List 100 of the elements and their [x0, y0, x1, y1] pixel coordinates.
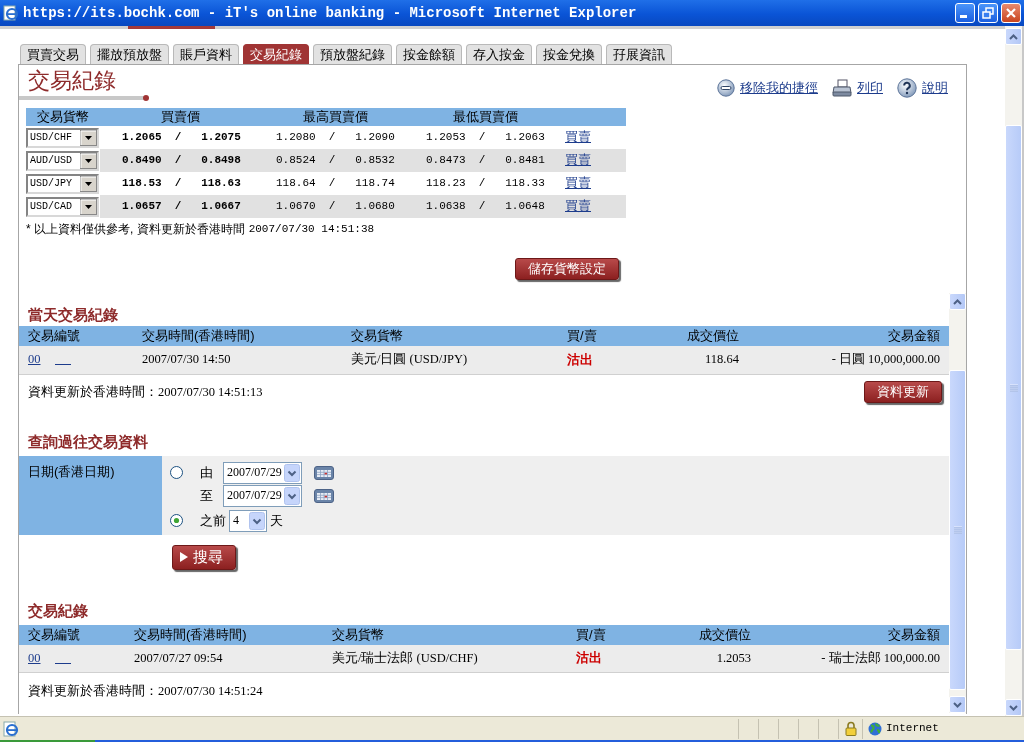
table-cell: 美元/日圓 (USD/JPY)	[351, 346, 567, 374]
days-select[interactable]: 4	[229, 509, 267, 532]
printer-icon[interactable]	[832, 79, 852, 97]
table-cell: 2007/07/27 09:54	[134, 644, 332, 673]
calendar-icon[interactable]	[314, 488, 334, 503]
transaction-id-link[interactable]: 00	[28, 650, 71, 665]
currency-select[interactable]: USD/CAD	[26, 196, 99, 217]
play-icon	[180, 552, 188, 562]
calendar-icon[interactable]	[314, 465, 334, 480]
caret-up-icon	[1009, 33, 1018, 40]
close-icon	[1005, 7, 1017, 19]
date-select[interactable]: 2007/07/29	[223, 461, 302, 484]
section-heading: 當天交易紀錄	[27, 305, 119, 325]
section-heading: 交易紀錄	[27, 600, 89, 621]
shortcut-link[interactable]: 說明	[922, 80, 948, 96]
scroll-up-button[interactable]	[949, 293, 966, 310]
search-button[interactable]: 搜尋	[172, 544, 236, 570]
shortcut-link[interactable]: 列印	[857, 80, 883, 96]
column-header: 交易貨幣	[351, 326, 567, 346]
table-cell: - 日圓 10,000,000.00	[747, 346, 949, 374]
nav-tab[interactable]: 擺放預放盤	[90, 44, 169, 64]
column-header: 最低買賣價	[410, 108, 560, 126]
table-cell: 0.8524 / 0.8532	[260, 149, 410, 172]
field-label: 天	[270, 512, 283, 529]
table-cell: 1.0657 / 1.0667	[100, 195, 260, 218]
column-header: 交易金額	[759, 624, 949, 645]
grip-icon	[1009, 383, 1018, 392]
table-cell: 0.8490 / 0.8498	[100, 149, 260, 172]
nav-tab[interactable]: 按金兌換	[536, 44, 602, 64]
scrollbar-track[interactable]	[1005, 26, 1022, 716]
restore-button[interactable]	[978, 3, 998, 23]
table-cell: 1.2080 / 1.2090	[260, 126, 410, 149]
radio-button[interactable]	[170, 514, 183, 527]
note-text: * 以上資料僅供參考, 資料更新於香港時間	[26, 222, 245, 237]
security-zone-label: Internet	[886, 721, 939, 736]
table-cell: 0.8473 / 0.8481	[410, 149, 560, 172]
table-cell: 1.2065 / 1.2075	[100, 126, 260, 149]
section-heading: 查詢過往交易資料	[27, 431, 149, 452]
dropdown-arrow-icon[interactable]	[80, 152, 97, 169]
help-icon[interactable]	[897, 78, 917, 98]
nav-tab[interactable]: 孖展資訊	[606, 44, 672, 64]
column-header: 交易金額	[747, 326, 949, 346]
side-label: 沽出	[567, 351, 593, 367]
currency-select[interactable]: AUD/USD	[26, 150, 99, 171]
column-header: 交易時間(香港時間)	[134, 624, 332, 645]
table-cell: 1.0670 / 1.0680	[260, 195, 410, 218]
table-cell: 118.23 / 118.33	[410, 172, 560, 195]
column-header: 最高買賣價	[260, 108, 410, 126]
scrollbar-track[interactable]	[949, 293, 966, 713]
trade-link[interactable]: 買賣	[565, 175, 591, 191]
table-cell: 1.2053 / 1.2063	[410, 126, 560, 149]
lock-icon	[844, 721, 857, 736]
field-label: 由	[200, 464, 214, 481]
scroll-down-button[interactable]	[949, 696, 966, 713]
transaction-id-link[interactable]: 00	[28, 352, 71, 367]
window-title: https://its.bochk.com - iT's online banking - Microsoft Internet Explorer	[23, 4, 638, 22]
dropdown-arrow-icon[interactable]	[80, 129, 97, 146]
shortcut-link[interactable]: 移除我的捷徑	[740, 80, 818, 96]
dropdown-arrow-icon[interactable]	[80, 175, 97, 192]
nav-tab[interactable]: 按金餘額	[396, 44, 462, 64]
table-cell: - 瑞士法郎 100,000.00	[759, 644, 949, 673]
minimize-button[interactable]	[955, 3, 975, 23]
scrollbar-thumb[interactable]	[1005, 125, 1022, 650]
caret-down-icon	[1009, 704, 1018, 711]
nav-tab[interactable]: 預放盤紀錄	[313, 44, 392, 64]
column-header: 買/賣	[567, 326, 647, 346]
scrollbar-thumb[interactable]	[949, 370, 966, 690]
column-header: 成交價位	[647, 326, 747, 346]
column-header: 交易編號	[19, 624, 134, 645]
field-label: 之前	[200, 512, 227, 529]
table-cell: 118.53 / 118.63	[100, 172, 260, 195]
minimize-icon	[960, 15, 967, 18]
field-label: 至	[200, 487, 214, 504]
update-time-text: 資料更新於香港時間：2007/07/30 14:51:24	[28, 683, 263, 699]
nav-tab[interactable]: 買賣交易	[20, 44, 86, 64]
trade-link[interactable]: 買賣	[565, 129, 591, 145]
table-cell: 1.2053	[650, 644, 759, 673]
remove-icon[interactable]	[717, 79, 735, 97]
table-cell: 118.64 / 118.74	[260, 172, 410, 195]
nav-tab[interactable]: 賬戶資料	[173, 44, 239, 64]
scroll-down-button[interactable]	[1005, 699, 1022, 716]
restore-icon	[982, 7, 994, 19]
currency-select[interactable]: USD/JPY	[26, 173, 99, 194]
grip-icon	[953, 526, 962, 534]
caret-up-icon	[953, 298, 962, 305]
save-currency-button[interactable]: 儲存貨幣設定	[515, 258, 619, 280]
date-select[interactable]: 2007/07/29	[223, 484, 302, 507]
nav-tab[interactable]: 存入按金	[466, 44, 532, 64]
close-button[interactable]	[1001, 3, 1021, 23]
scroll-up-button[interactable]	[1005, 28, 1022, 45]
column-header: 買賣價	[100, 108, 260, 126]
radio-button[interactable]	[170, 466, 183, 479]
column-header: 交易貨幣	[332, 624, 576, 645]
update-time-text: 資料更新於香港時間：2007/07/30 14:51:13	[28, 384, 263, 400]
dropdown-arrow-icon[interactable]	[80, 198, 97, 215]
currency-select[interactable]: USD/CHF	[26, 127, 99, 148]
refresh-button[interactable]: 資料更新	[864, 381, 942, 403]
nav-tab[interactable]: 交易紀錄	[243, 44, 309, 64]
column-header: 買/賣	[576, 624, 650, 645]
page-icon	[3, 720, 19, 737]
